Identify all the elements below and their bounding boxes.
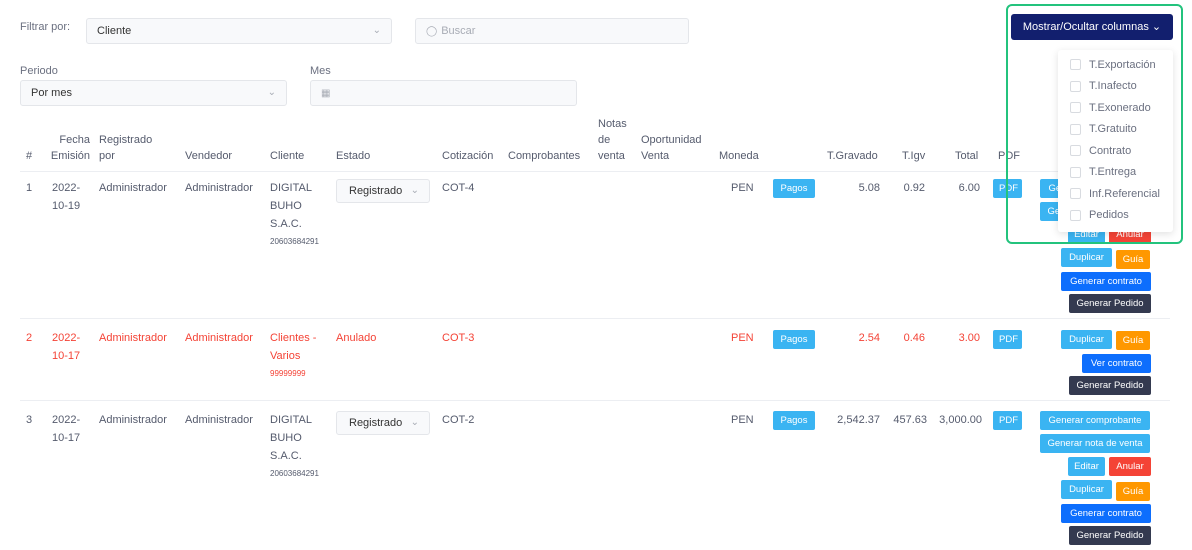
row1-ruc: 20603684291 bbox=[270, 237, 319, 246]
row1-moneda: PEN bbox=[731, 182, 754, 194]
chevron-down-icon: ⌄ bbox=[410, 417, 419, 428]
row1-registrado: Administrador bbox=[99, 182, 167, 194]
row-divider bbox=[20, 400, 1170, 401]
row1-generar-pedido-button[interactable]: Generar Pedido bbox=[1069, 294, 1151, 313]
row2-cotizacion: COT-3 bbox=[442, 332, 475, 344]
mes-input[interactable]: ▦ bbox=[310, 80, 577, 106]
header-igv: T.Igv bbox=[902, 150, 926, 162]
row1-estado-value: Registrado bbox=[349, 185, 403, 197]
periodo-label: Periodo bbox=[20, 65, 58, 77]
row3-cotizacion: COT-2 bbox=[442, 414, 475, 426]
periodo-select[interactable]: Por mes ⌄ bbox=[20, 80, 287, 106]
row3-ruc: 20603684291 bbox=[270, 469, 319, 478]
row2-cliente: Clientes - Varios 99999999 bbox=[270, 329, 328, 383]
chevron-down-icon: ⌄ bbox=[372, 25, 381, 36]
row1-gravado: 5.08 bbox=[858, 182, 880, 194]
header-cotizacion: Cotización bbox=[442, 150, 494, 162]
row3-moneda: PEN bbox=[731, 414, 754, 426]
filter-select-value: Cliente bbox=[97, 25, 132, 37]
row1-generar-contrato-button[interactable]: Generar contrato bbox=[1061, 272, 1151, 291]
row3-generar-comprobante-button[interactable]: Generar comprobante bbox=[1040, 411, 1150, 430]
chevron-down-icon: ⌄ bbox=[267, 87, 276, 98]
row2-duplicar-button[interactable]: Duplicar bbox=[1061, 330, 1112, 349]
header-gravado: T.Gravado bbox=[827, 150, 878, 162]
row2-total: 3.00 bbox=[958, 332, 980, 344]
row2-ruc: 99999999 bbox=[270, 369, 306, 378]
row2-generar-pedido-button[interactable]: Generar Pedido bbox=[1069, 376, 1151, 395]
row1-pagos-button[interactable]: Pagos bbox=[773, 179, 815, 198]
row2-vendedor: Administrador bbox=[185, 332, 253, 344]
row3-igv: 457.63 bbox=[893, 414, 927, 426]
header-oportunidad: Oportunidad Venta bbox=[641, 134, 702, 162]
row3-guia-button[interactable]: Guía bbox=[1116, 482, 1150, 501]
row3-total: 3,000.00 bbox=[939, 414, 982, 426]
header-num: # bbox=[26, 150, 33, 162]
header-fecha: Fecha Emisión bbox=[50, 134, 90, 162]
header-vendedor: Vendedor bbox=[185, 150, 233, 162]
row3-anular-button[interactable]: Anular bbox=[1109, 457, 1151, 476]
row2-ver-contrato-button[interactable]: Ver contrato bbox=[1082, 354, 1151, 373]
row3-registrado: Administrador bbox=[99, 414, 167, 426]
row3-vendedor: Administrador bbox=[185, 414, 253, 426]
row3-duplicar-button[interactable]: Duplicar bbox=[1061, 480, 1112, 499]
row3-estado-select[interactable]: Registrado ⌄ bbox=[336, 411, 430, 435]
row3-estado-value: Registrado bbox=[349, 417, 403, 429]
row1-cliente: DIGITAL BUHO S.A.C. 20603684291 bbox=[270, 179, 328, 251]
chevron-down-icon: ⌄ bbox=[410, 185, 419, 196]
row2-guia-button[interactable]: Guía bbox=[1116, 331, 1150, 350]
row1-cotizacion: COT-4 bbox=[442, 182, 475, 194]
mes-label: Mes bbox=[310, 65, 331, 77]
header-estado: Estado bbox=[336, 150, 371, 162]
calendar-icon: ▦ bbox=[321, 88, 331, 99]
header-notas: Notas de venta bbox=[598, 118, 627, 162]
row2-pdf-button[interactable]: PDF bbox=[993, 330, 1022, 349]
row2-gravado: 2.54 bbox=[858, 332, 880, 344]
header-registrado: Registrado por bbox=[99, 134, 153, 162]
row1-vendedor: Administrador bbox=[185, 182, 253, 194]
row1-cliente-name: DIGITAL BUHO S.A.C. bbox=[270, 182, 312, 230]
header-total: Total bbox=[955, 150, 979, 162]
search-input[interactable]: ◯ Buscar bbox=[415, 18, 689, 44]
row2-moneda: PEN bbox=[731, 332, 754, 344]
row2-num: 2 bbox=[26, 332, 33, 344]
row1-guia-button[interactable]: Guía bbox=[1116, 250, 1150, 269]
row3-cliente: DIGITAL BUHO S.A.C. 20603684291 bbox=[270, 411, 328, 483]
row3-num: 3 bbox=[26, 414, 33, 426]
header-cliente: Cliente bbox=[270, 150, 305, 162]
row2-registrado: Administrador bbox=[99, 332, 167, 344]
row3-gravado: 2,542.37 bbox=[837, 414, 880, 426]
header-divider bbox=[20, 171, 1170, 172]
row1-num: 1 bbox=[26, 182, 33, 194]
header-moneda: Moneda bbox=[719, 150, 759, 162]
header-comprobantes: Comprobantes bbox=[508, 150, 581, 162]
row3-cliente-name: DIGITAL BUHO S.A.C. bbox=[270, 414, 312, 462]
row-divider bbox=[20, 318, 1170, 319]
highlight-frame bbox=[1006, 4, 1183, 244]
row2-cliente-name: Clientes - Varios bbox=[270, 332, 317, 362]
row1-igv: 0.92 bbox=[903, 182, 925, 194]
search-placeholder: Buscar bbox=[441, 25, 476, 37]
row2-estado: Anulado bbox=[336, 332, 377, 344]
periodo-select-value: Por mes bbox=[31, 87, 72, 99]
row2-pagos-button[interactable]: Pagos bbox=[773, 330, 815, 349]
row2-fecha: 2022-10-17 bbox=[52, 332, 81, 362]
row3-generar-pedido-button[interactable]: Generar Pedido bbox=[1069, 526, 1151, 545]
filter-label: Filtrar por: bbox=[20, 21, 71, 33]
row3-generar-nota-venta-button[interactable]: Generar nota de venta bbox=[1040, 434, 1150, 453]
row3-generar-contrato-button[interactable]: Generar contrato bbox=[1061, 504, 1151, 523]
row1-estado-select[interactable]: Registrado ⌄ bbox=[336, 179, 430, 203]
row3-pdf-button[interactable]: PDF bbox=[993, 411, 1022, 430]
row1-duplicar-button[interactable]: Duplicar bbox=[1061, 248, 1112, 267]
row1-total: 6.00 bbox=[958, 182, 980, 194]
row2-igv: 0.46 bbox=[903, 332, 925, 344]
row1-fecha: 2022-10-19 bbox=[52, 182, 81, 212]
row3-editar-button[interactable]: Editar bbox=[1068, 457, 1105, 476]
row3-fecha: 2022-10-17 bbox=[52, 414, 81, 444]
row3-pagos-button[interactable]: Pagos bbox=[773, 411, 815, 430]
search-icon: ◯ bbox=[426, 26, 438, 37]
filter-select[interactable]: Cliente ⌄ bbox=[86, 18, 392, 44]
